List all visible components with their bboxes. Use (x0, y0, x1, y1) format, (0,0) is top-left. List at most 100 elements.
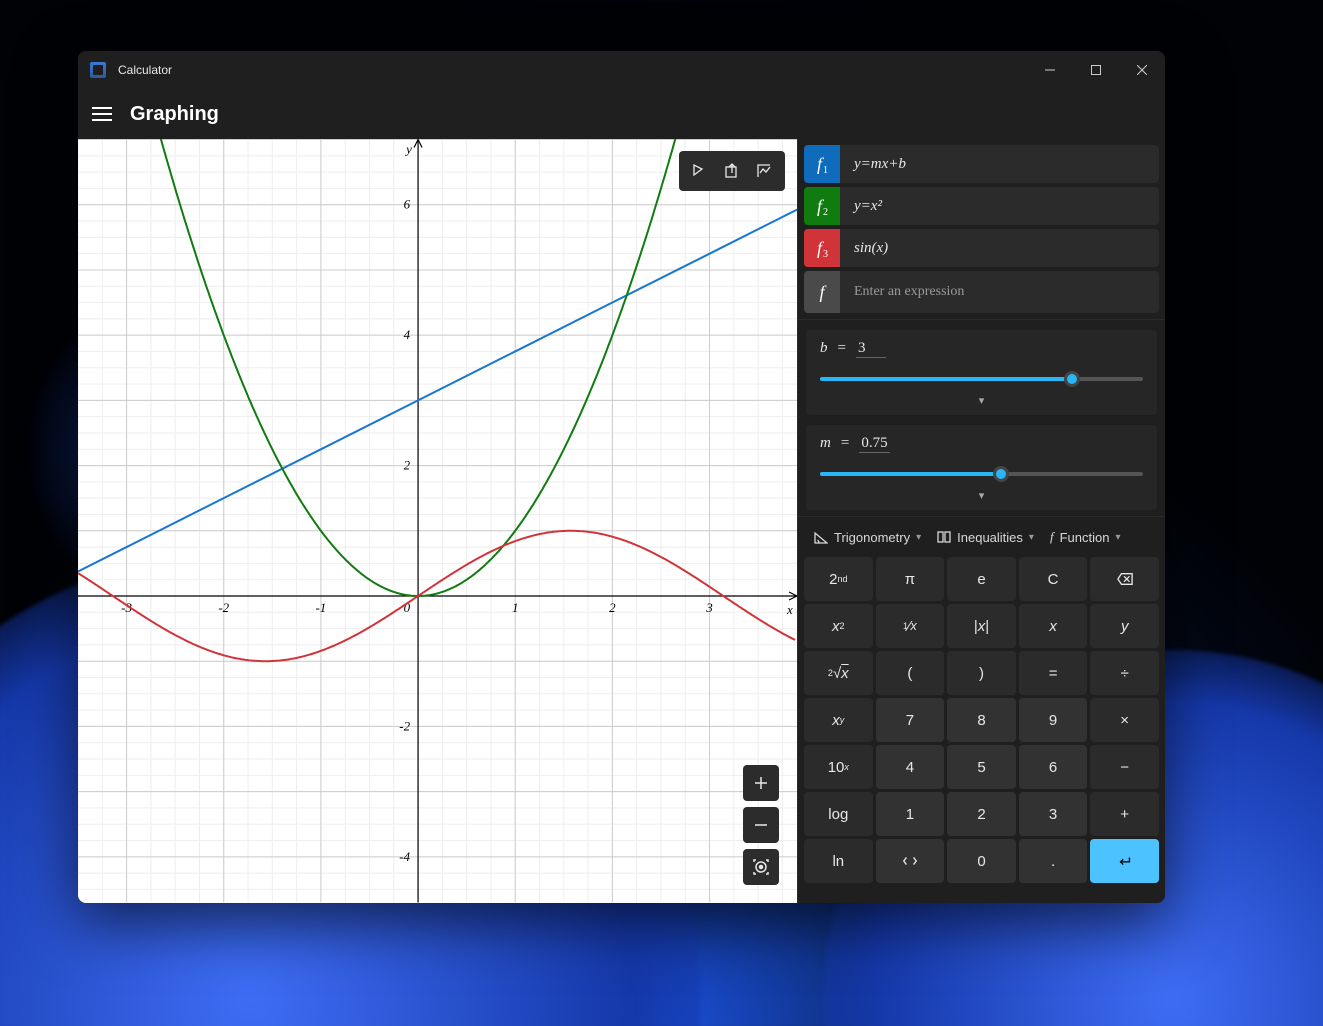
keypad: 2ndπeCx21⁄x|x|xy2√x()=÷xy789×10x456−log1… (798, 557, 1165, 889)
ineq-label: Inequalities (957, 530, 1023, 545)
svg-text:2: 2 (404, 458, 411, 473)
svg-text:6: 6 (404, 197, 411, 212)
key-8[interactable]: 8 (947, 698, 1016, 742)
key-10[interactable]: 10x (804, 745, 873, 789)
key-[interactable]: × (1090, 698, 1159, 742)
key-[interactable]: ) (947, 651, 1016, 695)
menu-icon[interactable] (92, 107, 112, 121)
expand-chevron-icon[interactable]: ▾ (820, 489, 1143, 502)
zoom-in-button[interactable] (743, 765, 779, 801)
category-row: Trigonometry ▾ Inequalities ▾ f Function… (798, 516, 1165, 557)
svg-text:1: 1 (512, 600, 518, 615)
graph-canvas[interactable]: -3-2-1123-4-22460xy (78, 139, 798, 903)
zoom-out-button[interactable] (743, 807, 779, 843)
variable-slider[interactable] (820, 372, 1143, 386)
app-icon (90, 62, 106, 78)
key-[interactable]: = (1019, 651, 1088, 695)
variable-box: m = 0.75 ▾ (806, 425, 1157, 510)
svg-text:-1: -1 (315, 600, 326, 615)
chevron-down-icon: ▾ (916, 532, 921, 543)
inequality-icon (937, 530, 951, 544)
maximize-button[interactable] (1073, 51, 1119, 89)
variable-box: b = 3 ▾ (806, 330, 1157, 415)
trig-label: Trigonometry (834, 530, 910, 545)
key-[interactable]: 1⁄x (876, 604, 945, 648)
svg-text:-2: -2 (399, 718, 410, 733)
titlebar: Calculator (78, 51, 1165, 89)
variable-slider[interactable] (820, 467, 1143, 481)
function-row[interactable]: f1 y = mx + b (804, 145, 1159, 183)
key-x[interactable]: |x| (947, 604, 1016, 648)
app-title: Calculator (118, 63, 172, 77)
key-2[interactable]: 2nd (804, 557, 873, 601)
variable-line: b = 3 (820, 340, 1143, 358)
new-expression-input[interactable]: f Enter an expression (804, 271, 1159, 313)
key-9[interactable]: 9 (1019, 698, 1088, 742)
key-x[interactable]: xy (804, 698, 873, 742)
variable-name: b (820, 340, 828, 357)
graph-toolbar (679, 151, 785, 191)
function-expression[interactable]: sin(x) (840, 229, 1159, 267)
close-button[interactable] (1119, 51, 1165, 89)
key-3[interactable]: 3 (1019, 792, 1088, 836)
svg-text:y: y (404, 142, 412, 157)
key-[interactable] (1090, 839, 1159, 883)
function-badge[interactable]: f1 (804, 145, 840, 183)
chevron-down-icon: ▾ (1115, 532, 1120, 543)
key-6[interactable]: 6 (1019, 745, 1088, 789)
function-expression[interactable]: y = x² (840, 187, 1159, 225)
svg-text:2: 2 (609, 600, 616, 615)
function-dropdown[interactable]: f Function ▾ (1044, 525, 1127, 549)
function-row[interactable]: f3 sin(x) (804, 229, 1159, 267)
zoom-reset-button[interactable] (743, 849, 779, 885)
key-0[interactable]: 0 (947, 839, 1016, 883)
key-[interactable]: ( (876, 651, 945, 695)
function-icon: f (1050, 529, 1054, 545)
svg-text:-4: -4 (399, 849, 410, 864)
key-[interactable]: − (1090, 745, 1159, 789)
func-label: Function (1060, 530, 1110, 545)
key-x[interactable]: x2 (804, 604, 873, 648)
function-badge[interactable]: f3 (804, 229, 840, 267)
expression-placeholder: Enter an expression (840, 271, 1159, 313)
key-x[interactable]: x (1019, 604, 1088, 648)
key-[interactable]: + (1090, 792, 1159, 836)
key-4[interactable]: 4 (876, 745, 945, 789)
variable-value[interactable]: 0.75 (859, 435, 889, 453)
key-y[interactable]: y (1090, 604, 1159, 648)
key-log[interactable]: log (804, 792, 873, 836)
key-[interactable]: π (876, 557, 945, 601)
side-panel: f1 y = mx + bf2 y = x²f3 sin(x)f Enter a… (798, 139, 1165, 903)
expand-chevron-icon[interactable]: ▾ (820, 394, 1143, 407)
graph-options-icon[interactable] (749, 157, 779, 185)
function-badge: f (804, 271, 840, 313)
key-1[interactable]: 1 (876, 792, 945, 836)
svg-text:4: 4 (404, 327, 411, 342)
key-[interactable] (1090, 557, 1159, 601)
minimize-button[interactable] (1027, 51, 1073, 89)
key-c[interactable]: C (1019, 557, 1088, 601)
header: Graphing (78, 89, 1165, 139)
key-7[interactable]: 7 (876, 698, 945, 742)
inequalities-dropdown[interactable]: Inequalities ▾ (931, 525, 1040, 549)
key-x[interactable]: 2√x (804, 651, 873, 695)
key-[interactable] (876, 839, 945, 883)
function-row[interactable]: f2 y = x² (804, 187, 1159, 225)
angle-icon (814, 530, 828, 544)
key-2[interactable]: 2 (947, 792, 1016, 836)
key-e[interactable]: e (947, 557, 1016, 601)
key-[interactable]: ÷ (1090, 651, 1159, 695)
key-ln[interactable]: ln (804, 839, 873, 883)
trace-tool-icon[interactable] (685, 157, 715, 185)
trig-dropdown[interactable]: Trigonometry ▾ (808, 525, 927, 549)
variable-value[interactable]: 3 (856, 340, 886, 358)
calculator-window: Calculator Graphing -3-2-1123-4-22460xy (78, 51, 1165, 903)
graph-svg: -3-2-1123-4-22460xy (78, 139, 797, 903)
key-5[interactable]: 5 (947, 745, 1016, 789)
variable-name: m (820, 435, 831, 452)
function-badge[interactable]: f2 (804, 187, 840, 225)
key-[interactable]: . (1019, 839, 1088, 883)
share-icon[interactable] (717, 157, 747, 185)
svg-text:-2: -2 (218, 600, 229, 615)
function-expression[interactable]: y = mx + b (840, 145, 1159, 183)
